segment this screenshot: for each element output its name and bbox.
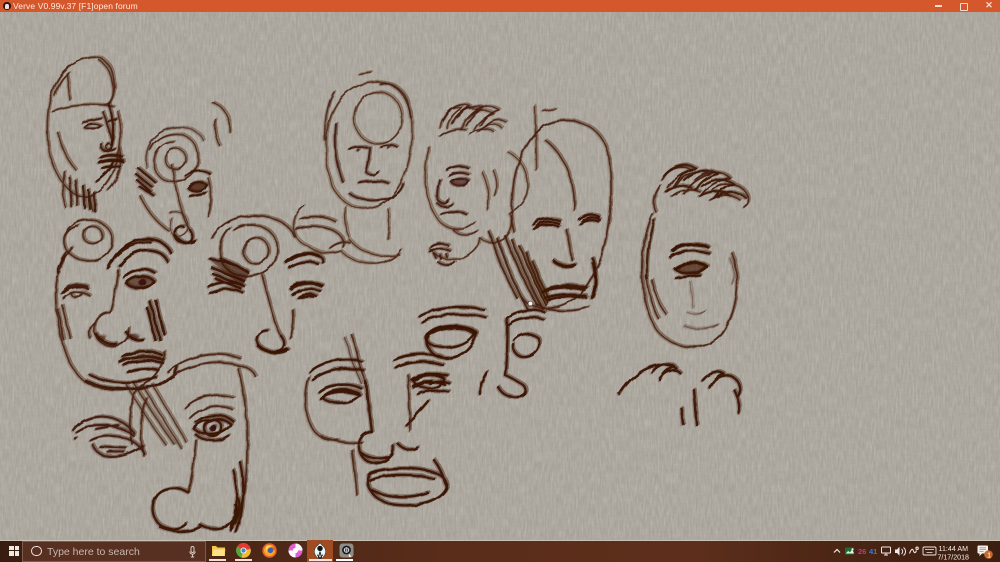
svg-text:11:44 AM: 11:44 AM	[939, 545, 969, 553]
svg-text:41: 41	[869, 547, 877, 556]
svg-text:26: 26	[858, 547, 866, 556]
svg-text:7/17/2018: 7/17/2018	[937, 553, 969, 561]
svg-text:1: 1	[987, 550, 991, 559]
